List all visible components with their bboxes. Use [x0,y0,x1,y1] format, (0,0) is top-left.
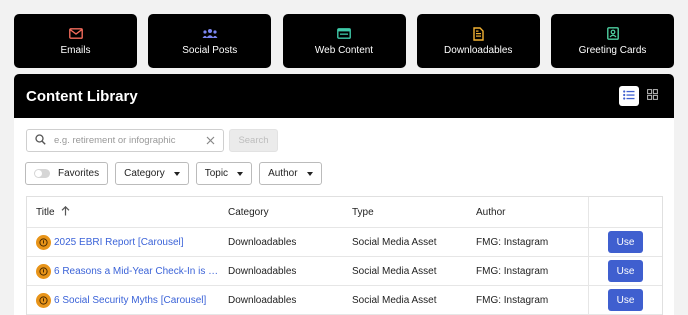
search-button[interactable]: Search [229,129,278,152]
table-row: 6 Social Security Myths [Carousel] Downl… [27,286,662,315]
type-cell: Social Media Asset [352,236,437,248]
use-button[interactable]: Use [608,289,643,311]
page-title: Content Library [26,87,138,105]
category-cell: Downloadables [228,294,297,306]
content-item-icon [36,234,51,250]
library-header: Content Library [14,74,674,118]
tile-label: Downloadables [444,44,513,56]
author-dropdown[interactable]: Author [259,162,322,185]
grid-view-icon [646,87,658,105]
search-row: Search [26,129,278,152]
tile-label: Emails [60,44,91,56]
caret-down-icon [306,171,313,176]
category-label: Category [124,168,165,179]
table-row: 2025 EBRI Report [Carousel] Downloadable… [27,228,662,257]
tile-label: Social Posts [182,44,238,56]
tile-social-posts[interactable]: Social Posts [148,14,272,68]
category-dropdown[interactable]: Category [115,162,189,185]
content-item-icon [36,263,51,279]
title-cell: 6 Reasons a Mid-Year Check-In is a Smart… [27,263,221,279]
content-item-icon [36,292,51,308]
category-cell: Downloadables [228,236,297,248]
author-cell: FMG: Instagram [476,236,549,248]
action-cell: Use [588,228,662,256]
content-title-link[interactable]: 2025 EBRI Report [Carousel] [54,237,184,248]
favorites-toggle[interactable]: Favorites [25,162,109,185]
search-icon [35,132,46,150]
action-cell: Use [588,257,662,285]
use-button[interactable]: Use [608,231,643,253]
grid-view-button[interactable] [642,86,662,106]
column-header-title[interactable]: Title [27,205,221,219]
title-cell: 6 Social Security Myths [Carousel] [27,292,221,308]
caret-down-icon [237,171,244,176]
title-cell: 2025 EBRI Report [Carousel] [27,234,221,250]
content-title-link[interactable]: 6 Reasons a Mid-Year Check-In is a Smart… [54,266,221,277]
column-header-category: Category [228,206,269,218]
content-library-panel: Content Library Search [14,74,674,315]
tile-downloadables[interactable]: Downloadables [416,14,540,68]
card-icon [606,27,619,41]
tile-web-content[interactable]: Web Content [282,14,406,68]
browser-window-icon [337,27,351,41]
list-view-icon [623,87,635,105]
list-view-button[interactable] [619,86,639,106]
tile-label: Web Content [314,44,374,56]
action-cell: Use [588,286,662,314]
document-icon [473,26,484,41]
view-toggle [619,86,662,106]
category-cell: Downloadables [228,265,297,277]
sort-ascending-icon[interactable] [61,205,70,219]
topic-label: Topic [204,168,229,179]
author-cell: FMG: Instagram [476,265,549,277]
search-input[interactable] [54,135,206,146]
type-cell: Social Media Asset [352,294,437,306]
column-header-actions [588,197,662,227]
search-box [26,129,224,152]
use-button[interactable]: Use [608,260,643,282]
column-header-author: Author [476,206,506,218]
table-row: 6 Reasons a Mid-Year Check-In is a Smart… [27,257,662,286]
clear-search-icon[interactable] [206,132,215,150]
type-cell: Social Media Asset [352,265,437,277]
tile-label: Greeting Cards [578,44,647,56]
filter-bar: Favorites Category Topic Author [25,162,322,185]
people-icon [202,27,218,41]
envelope-icon [68,27,83,41]
favorites-label: Favorites [58,168,100,179]
toggle-switch[interactable] [34,169,50,178]
column-header-type: Type [352,206,374,218]
caret-down-icon [173,171,180,176]
author-label: Author [268,168,298,179]
content-title-link[interactable]: 6 Social Security Myths [Carousel] [54,295,206,306]
author-cell: FMG: Instagram [476,294,549,306]
topic-dropdown[interactable]: Topic [195,162,253,185]
table-header-row: Title Category Type Author [27,197,662,228]
tile-greeting-cards[interactable]: Greeting Cards [551,14,674,68]
content-table: Title Category Type Author 2025 EBRI Rep… [26,196,663,315]
tile-emails[interactable]: Emails [14,14,137,68]
content-type-tiles: Emails Social Posts Web Content Download… [14,14,674,68]
